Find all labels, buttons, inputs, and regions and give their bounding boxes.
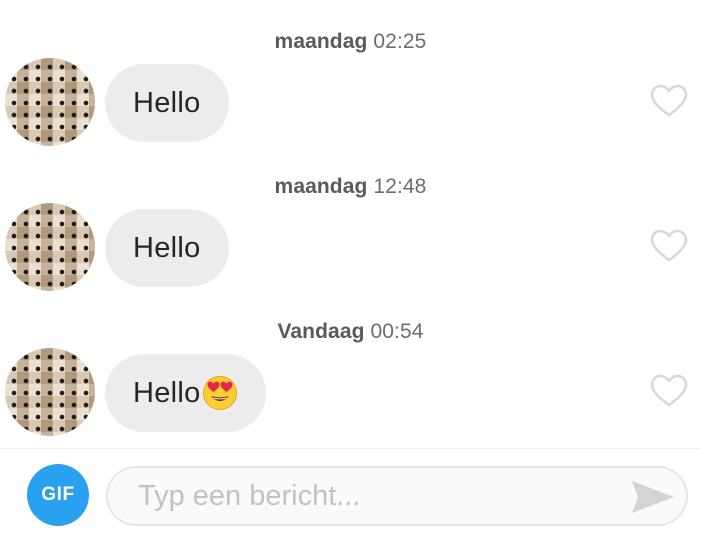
- message-text: Hello: [133, 376, 201, 409]
- gif-button[interactable]: GIF: [27, 464, 89, 526]
- avatar[interactable]: [5, 203, 95, 291]
- message-timestamp: Vandaag 00:54: [0, 320, 701, 344]
- message-bubble[interactable]: Hello: [105, 64, 229, 142]
- heart-like-icon[interactable]: [650, 229, 688, 263]
- message-timestamp: maandag 12:48: [0, 175, 701, 199]
- message-timestamp: maandag 02:25: [0, 30, 701, 54]
- timestamp-time: 02:25: [373, 30, 427, 53]
- timestamp-day: maandag: [274, 175, 368, 198]
- message-group: maandag 02:25 Hello: [0, 0, 701, 146]
- message-group: maandag 12:48 Hello: [0, 145, 701, 291]
- heart-eyes-emoji-icon: [202, 376, 237, 410]
- timestamp-day: Vandaag: [277, 320, 365, 343]
- message-text: Hello: [133, 86, 201, 119]
- timestamp-day: maandag: [274, 30, 368, 53]
- avatar[interactable]: [5, 348, 95, 436]
- heart-like-icon[interactable]: [650, 374, 688, 408]
- send-arrow-icon[interactable]: [630, 479, 676, 515]
- message-composer: GIF: [0, 449, 701, 543]
- timestamp-time: 00:54: [370, 320, 424, 343]
- message-bubble[interactable]: Hello: [105, 209, 229, 287]
- message-input[interactable]: [106, 466, 688, 526]
- message-text: Hello: [133, 231, 201, 264]
- message-list: maandag 02:25 Hello maandag 12:48 Hello …: [0, 0, 701, 448]
- timestamp-time: 12:48: [373, 175, 427, 198]
- heart-like-icon[interactable]: [650, 84, 688, 118]
- avatar[interactable]: [5, 58, 95, 146]
- message-group: Vandaag 00:54 Hello: [0, 290, 701, 436]
- message-bubble[interactable]: Hello: [105, 354, 266, 432]
